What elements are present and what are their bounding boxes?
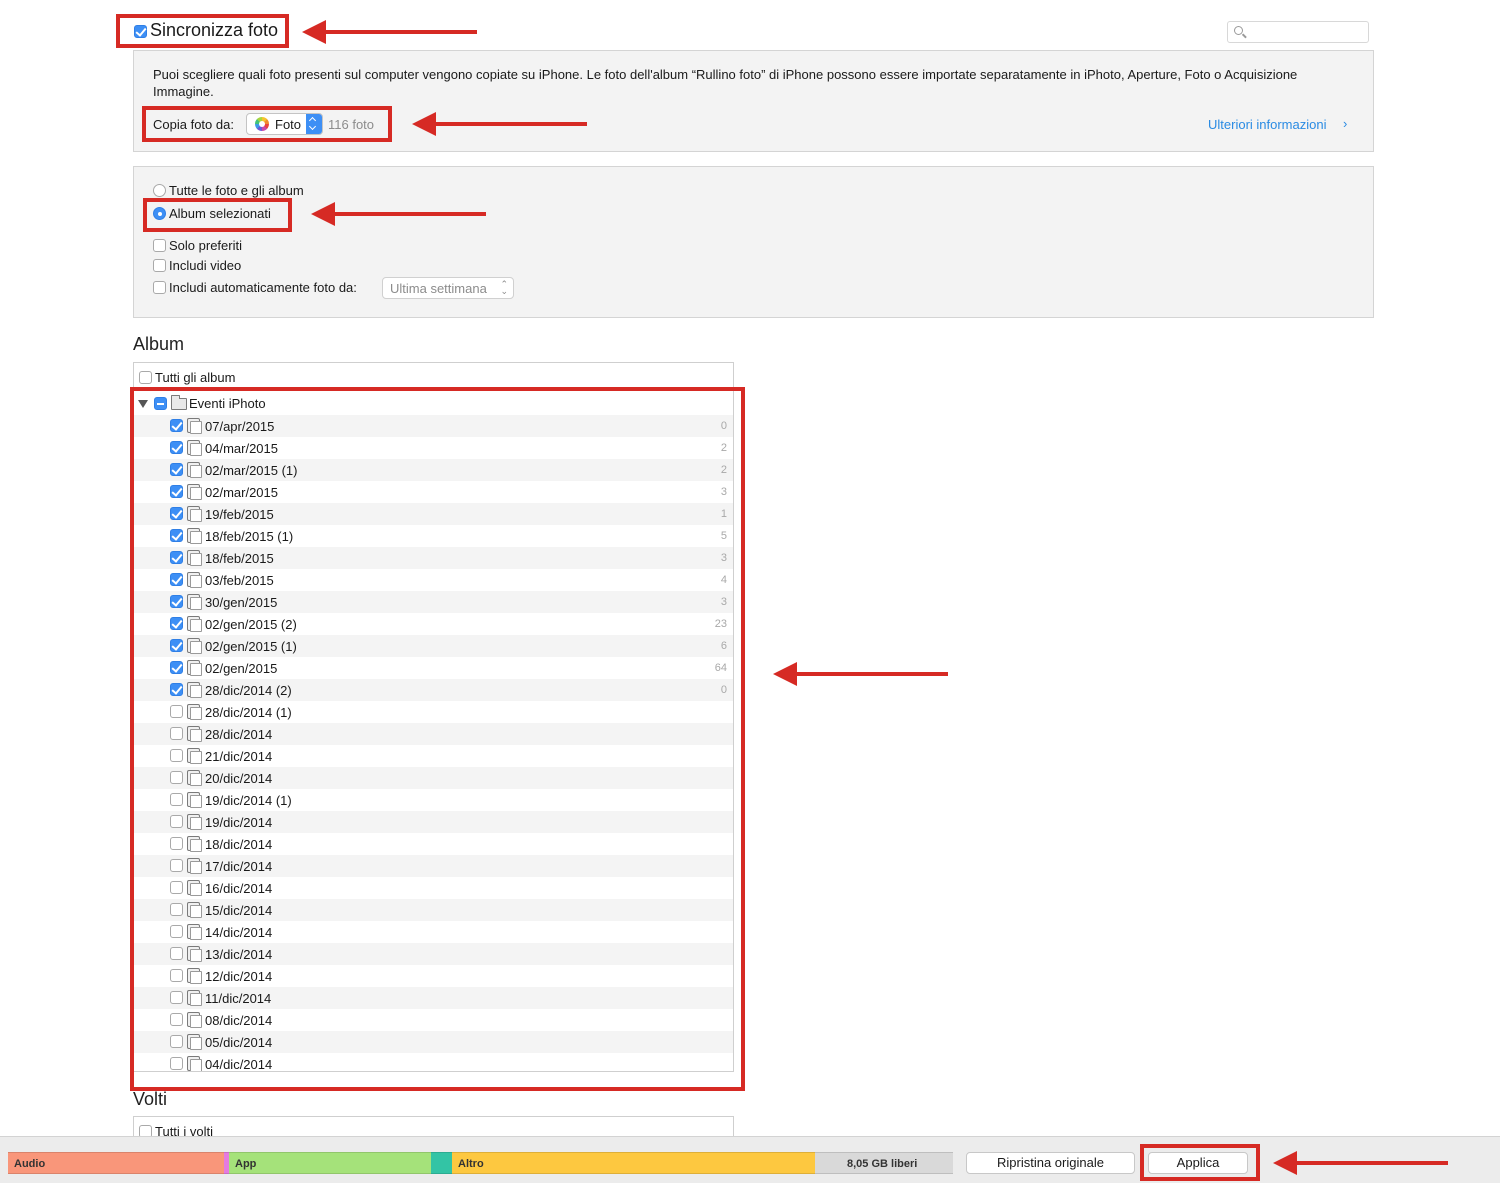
annotation-arrow-copy-from [412,112,587,136]
capacity-segment: Audio [8,1152,224,1174]
all-photos-radio[interactable] [153,184,166,197]
revert-button[interactable]: Ripristina originale [966,1152,1135,1174]
info-text: Puoi scegliere quali foto presenti sul c… [153,67,1298,99]
all-photos-label[interactable]: Tutte le foto e gli album [169,183,304,198]
search-field[interactable] [1227,21,1369,43]
capacity-segment [431,1152,452,1174]
capacity-segment: App [229,1152,431,1174]
auto-include-checkbox[interactable] [153,281,166,294]
auto-include-label[interactable]: Includi automaticamente foto da: [169,280,357,295]
search-icon [1234,26,1243,35]
annotation-box-sync [116,14,289,48]
faces-section-title: Volti [133,1089,168,1109]
album-section-title: Album [133,334,185,354]
annotation-arrow-selected-albums [311,202,486,226]
annotation-arrow-apply [1273,1151,1448,1175]
favorites-only-checkbox[interactable] [153,239,166,252]
capacity-label: Altro [458,1158,484,1170]
favorites-only-label[interactable]: Solo preferiti [169,238,242,253]
capacity-segment: Altro [452,1152,815,1174]
auto-include-value: Ultima settimana [390,281,487,296]
annotation-box-copy-from [142,106,392,142]
capacity-label: App [235,1158,257,1170]
search-input[interactable] [1248,23,1366,41]
capacity-label: 8,05 GB liberi [847,1158,918,1170]
annotation-box-album-list [130,387,745,1091]
more-info-link[interactable]: Ulteriori informazioni [1208,117,1326,132]
chevron-right-icon[interactable]: › [1343,116,1347,131]
annotation-box-apply [1140,1144,1260,1181]
include-video-label[interactable]: Includi video [169,258,241,273]
all-albums-checkbox[interactable] [139,371,152,384]
annotation-arrow-album-list [773,662,948,686]
all-albums-label[interactable]: Tutti gli album [155,370,235,385]
options-panel [133,166,1374,318]
annotation-arrow-sync [302,20,477,44]
auto-include-popup[interactable]: Ultima settimana ⌃ ⌄ [382,277,514,299]
annotation-box-selected-albums [143,198,292,232]
include-video-checkbox[interactable] [153,259,166,272]
capacity-segment: 8,05 GB liberi [815,1152,953,1174]
capacity-label: Audio [14,1158,46,1170]
popup-chevron-icon: ⌃ ⌄ [500,279,508,296]
